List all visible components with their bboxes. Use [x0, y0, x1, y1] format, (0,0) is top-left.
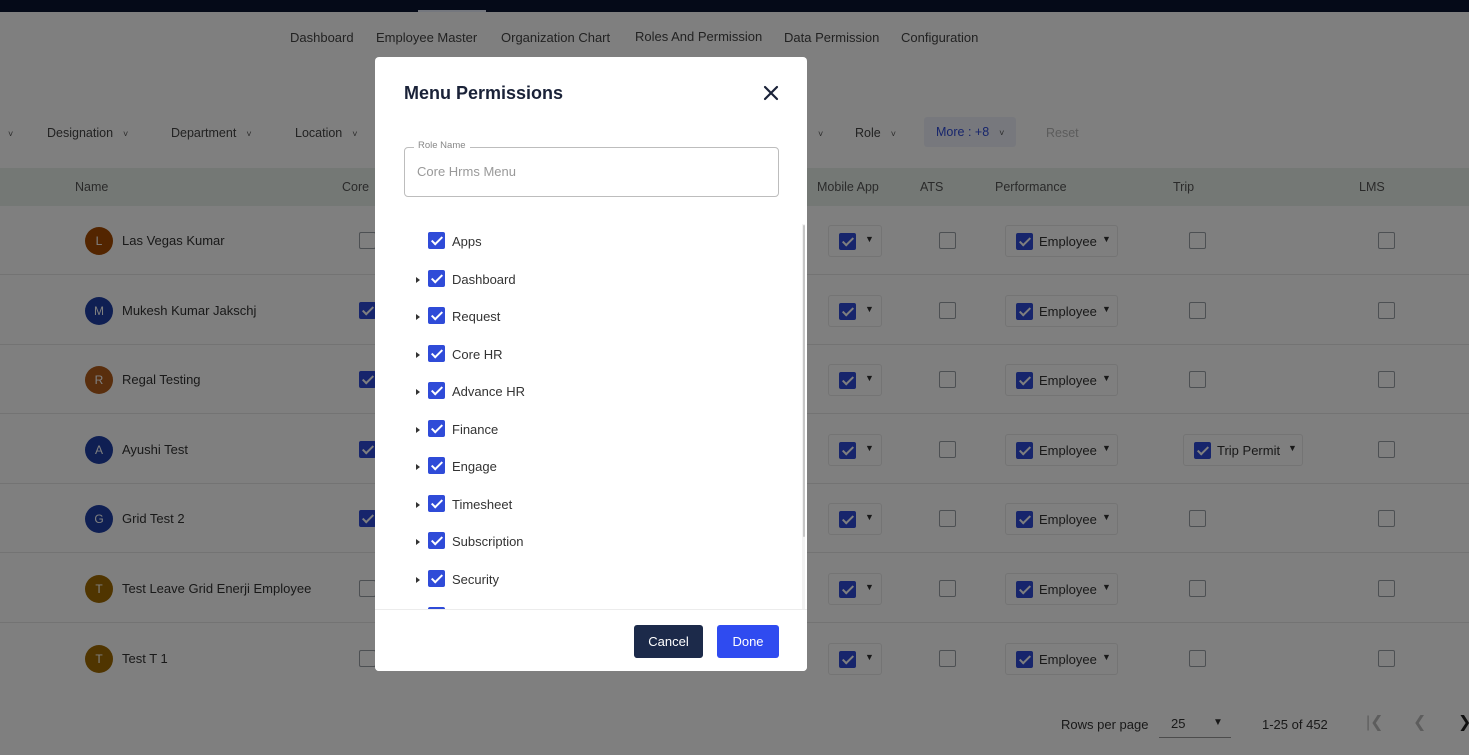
tree-item-request[interactable]: Request [375, 307, 775, 333]
tree-item-checkbox[interactable] [428, 269, 445, 287]
dialog-footer: Cancel Done [375, 609, 807, 671]
tree-item-label: Advance HR [452, 384, 525, 399]
expand-arrow-icon[interactable] [416, 426, 420, 433]
tree-item-checkbox[interactable] [428, 569, 445, 587]
expand-arrow-icon[interactable] [416, 314, 420, 320]
tree-scrollbar-thumb[interactable] [803, 225, 805, 537]
tree-item-checkbox[interactable] [428, 232, 445, 249]
expand-arrow-icon[interactable] [416, 501, 420, 508]
tree-item-checkbox[interactable] [428, 494, 445, 512]
done-button[interactable]: Done [717, 625, 779, 658]
close-button[interactable] [759, 81, 783, 105]
tree-item-advance-hr[interactable]: Advance HR [375, 382, 775, 408]
cancel-button[interactable]: Cancel [634, 625, 703, 658]
role-name-field: Role Name [404, 140, 779, 197]
tree-item-label: Apps [452, 234, 482, 249]
expand-arrow-icon[interactable] [416, 539, 420, 545]
tree-item-security[interactable]: Security [375, 569, 775, 596]
menu-permission-tree: Apps Dashboard Request Core HR Advance HR Fin… [375, 224, 799, 609]
tree-item-timesheet[interactable]: Timesheet [375, 494, 775, 521]
role-name-input[interactable] [417, 164, 757, 179]
expand-arrow-icon[interactable] [416, 276, 420, 283]
tree-item-label: Security [452, 571, 499, 587]
tree-item-checkbox[interactable] [428, 419, 445, 437]
tree-item-checkbox[interactable] [428, 382, 445, 399]
menu-permissions-dialog: Menu Permissions Role Name Apps Dashboard… [375, 57, 807, 671]
tree-item-label: Finance [452, 421, 499, 437]
tree-item-checkbox[interactable] [428, 532, 445, 549]
role-name-label: Role Name [414, 140, 470, 151]
tree-item-label: Timesheet [452, 496, 513, 512]
tree-item-engage[interactable]: Engage [375, 457, 775, 483]
expand-arrow-icon[interactable] [416, 576, 420, 583]
tree-item-checkbox[interactable] [428, 457, 445, 474]
tree-item-dashboard[interactable]: Dashboard [375, 269, 775, 296]
tree-item-subscription[interactable]: Subscription [375, 532, 775, 558]
tree-item-finance[interactable]: Finance [375, 419, 775, 446]
tree-item-core-hr[interactable]: Core HR [375, 344, 775, 371]
tree-item-label: Subscription [452, 534, 524, 549]
tree-item-label: Engage [452, 459, 497, 474]
tree-item-label: Request [452, 309, 501, 324]
expand-arrow-icon[interactable] [416, 389, 420, 395]
expand-arrow-icon[interactable] [416, 464, 420, 470]
tree-item-label: Core HR [452, 346, 503, 362]
tree-item-checkbox[interactable] [428, 344, 445, 362]
tree-item-apps[interactable]: Apps [375, 232, 775, 258]
close-icon [763, 85, 779, 101]
dialog-title: Menu Permissions [404, 83, 564, 103]
tree-item-label: Dashboard [452, 271, 516, 287]
tree-item-checkbox[interactable] [428, 307, 445, 324]
expand-arrow-icon[interactable] [416, 351, 420, 358]
